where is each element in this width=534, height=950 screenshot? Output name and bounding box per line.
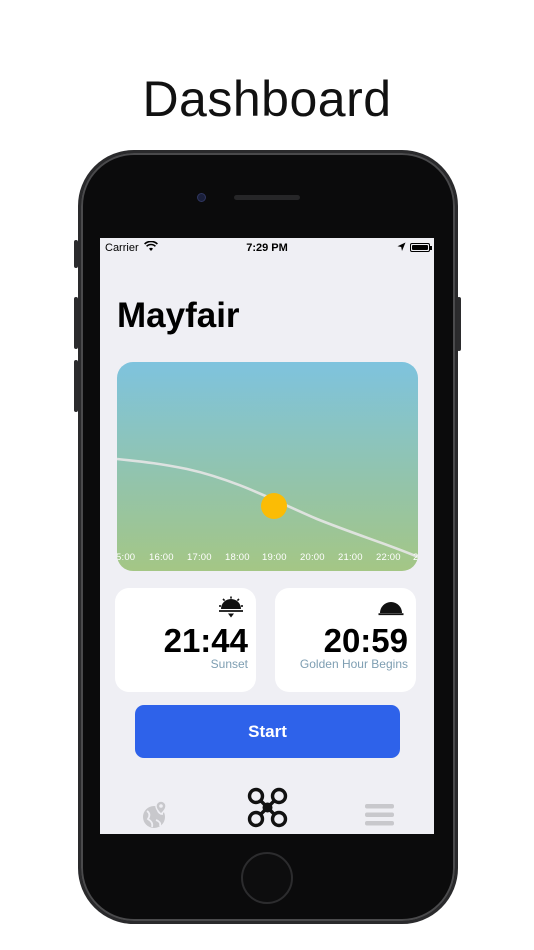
globe-pin-icon [143, 800, 167, 828]
sunset-time: 21:44 [163, 622, 248, 659]
hour-label: 18:00 [225, 552, 250, 563]
tab-drone[interactable] [247, 787, 288, 828]
sunset-icon [219, 596, 243, 618]
hour-label: 19:00 [262, 552, 287, 563]
location-arrow-icon [397, 242, 406, 251]
hour-label: 2 [413, 552, 418, 563]
tab-menu[interactable] [365, 804, 394, 826]
front-camera [197, 193, 206, 202]
hour-label: 22:00 [376, 552, 401, 563]
hour-label: 17:00 [187, 552, 212, 563]
sunset-card[interactable]: 21:44 Sunset [115, 588, 256, 692]
hour-label: 5:00 [117, 552, 136, 563]
status-time: 7:29 PM [246, 242, 288, 254]
sunset-label: Sunset [210, 657, 248, 671]
tab-map[interactable] [141, 800, 169, 830]
golden-hour-card[interactable]: 20:59 Golden Hour Begins [275, 588, 416, 692]
volume-up-button [74, 297, 78, 349]
earpiece-speaker [234, 195, 300, 200]
screenshot-caption: Dashboard [142, 71, 392, 127]
app-screen: Carrier 7:29 PM Mayfair 5:00 16:00 17:00… [100, 238, 434, 834]
golden-hour-time: 20:59 [323, 622, 408, 659]
golden-hour-icon [378, 602, 404, 616]
hour-label: 20:00 [300, 552, 325, 563]
start-button[interactable]: Start [135, 705, 400, 758]
sun-icon [261, 493, 287, 519]
status-bar: Carrier 7:29 PM [100, 238, 434, 258]
hour-label: 16:00 [149, 552, 174, 563]
golden-hour-label: Golden Hour Begins [299, 657, 408, 671]
sun-path-chart[interactable]: 5:00 16:00 17:00 18:00 19:00 20:00 21:00… [117, 362, 418, 571]
menu-icon [365, 804, 394, 826]
hour-label: 21:00 [338, 552, 363, 563]
silent-switch [74, 240, 78, 268]
volume-down-button [74, 360, 78, 412]
sun-path-graphic [117, 457, 418, 559]
home-button[interactable] [241, 852, 293, 904]
location-title: Mayfair [117, 296, 240, 335]
battery-icon [410, 243, 432, 252]
drone-icon [247, 787, 288, 828]
power-button [457, 297, 461, 351]
